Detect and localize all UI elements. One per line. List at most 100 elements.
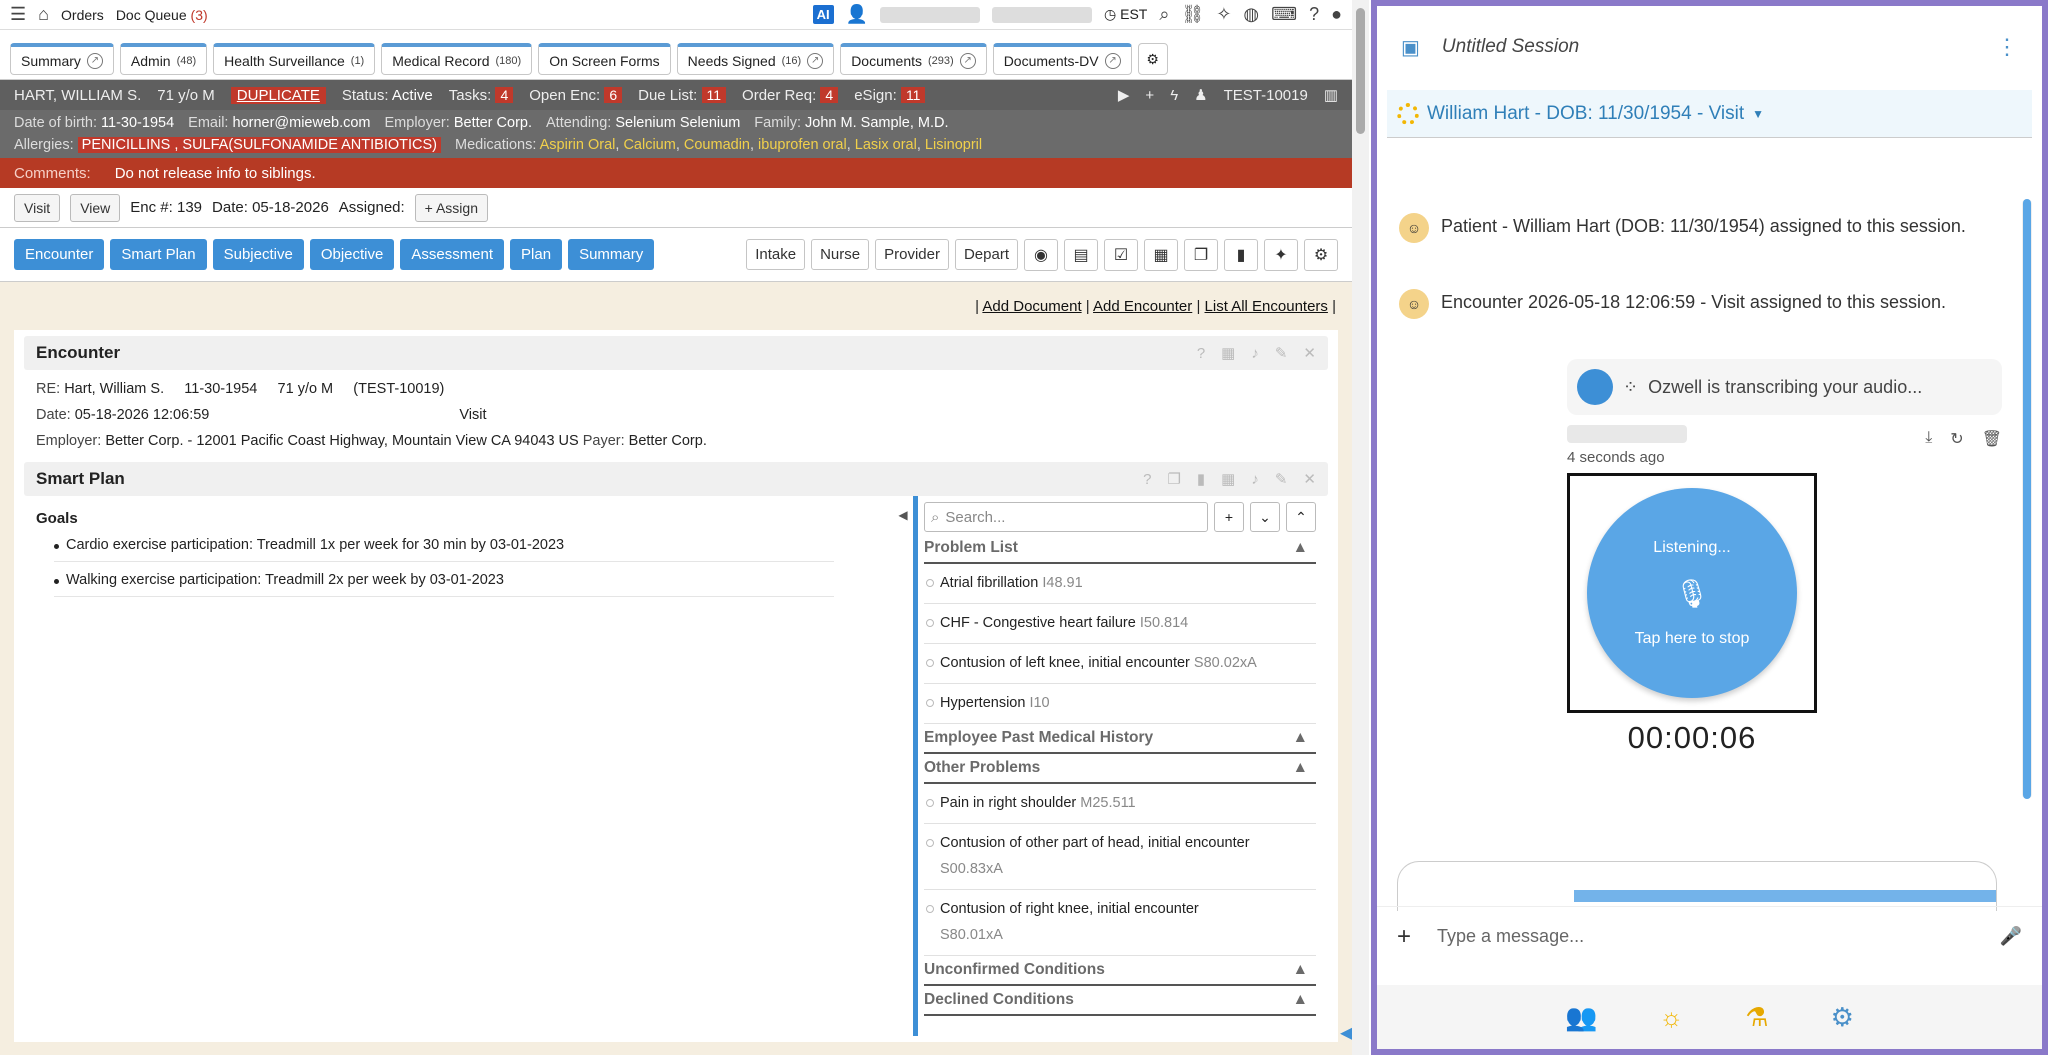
- sparkle-icon[interactable]: ✦: [1264, 238, 1298, 271]
- help-icon[interactable]: ?: [1143, 471, 1151, 488]
- tab-documents[interactable]: Documents (293) ↗: [840, 43, 987, 75]
- user-icon[interactable]: 👤: [846, 4, 868, 25]
- bolt-icon[interactable]: ϟ: [1170, 87, 1178, 104]
- gear-icon[interactable]: ⚙: [1831, 1002, 1854, 1033]
- record-stop-button[interactable]: Listening... 🎙 Tap here to stop: [1587, 488, 1797, 698]
- tab-summary[interactable]: Summary ↗: [10, 43, 114, 75]
- other-problems-header[interactable]: Other Problems ▲: [924, 754, 1316, 784]
- problem-item[interactable]: CHF - Congestive heart failure I50.814: [924, 604, 1316, 644]
- more-menu-icon[interactable]: ⋮: [1996, 34, 2018, 60]
- patient-name[interactable]: HART, WILLIAM S.: [14, 87, 141, 104]
- problem-search-input[interactable]: ⌕ Search...: [924, 502, 1208, 532]
- link-icon[interactable]: ⛓: [1181, 4, 1204, 25]
- provider-button[interactable]: Provider: [875, 239, 949, 270]
- help-icon[interactable]: ?: [1309, 4, 1319, 25]
- edit-icon[interactable]: ✎: [1275, 470, 1288, 488]
- menu-icon[interactable]: ☰: [10, 4, 26, 25]
- problem-item[interactable]: Atrial fibrillation I48.91: [924, 564, 1316, 604]
- copy-icon[interactable]: ❐: [1167, 470, 1180, 488]
- mic-off-icon[interactable]: 🎤: [2000, 926, 2022, 947]
- tab-settings[interactable]: ⚙: [1137, 43, 1168, 75]
- nav-plan[interactable]: Plan: [510, 239, 563, 270]
- orders-link[interactable]: Orders: [61, 7, 104, 23]
- problem-item[interactable]: Pain in right shoulder M25.511: [924, 784, 1316, 824]
- nav-objective[interactable]: Objective: [309, 239, 395, 270]
- book-icon[interactable]: ▦: [1221, 470, 1235, 488]
- tab-admin[interactable]: Admin (48): [119, 43, 208, 75]
- add-user-icon[interactable]: +: [1145, 87, 1154, 104]
- tab-health-surveillance[interactable]: Health Surveillance (1): [213, 43, 376, 75]
- copy-icon[interactable]: ❐: [1184, 238, 1218, 271]
- doc-queue-link[interactable]: Doc Queue (3): [116, 7, 208, 23]
- search-icon[interactable]: ⌕: [1159, 4, 1169, 25]
- trash-icon[interactable]: 🗑: [1982, 429, 2002, 449]
- bookmark-icon[interactable]: ▮: [1197, 470, 1205, 488]
- keyboard-icon[interactable]: ⌨: [1271, 4, 1297, 25]
- declined-header[interactable]: Declined Conditions ▲: [924, 986, 1316, 1016]
- download-icon[interactable]: ⤓: [1925, 429, 1932, 449]
- flask-icon[interactable]: ⚗: [1745, 1002, 1768, 1033]
- nurse-button[interactable]: Nurse: [811, 239, 870, 270]
- add-problem-button[interactable]: +: [1214, 502, 1244, 532]
- goal-item[interactable]: Cardio exercise participation: Treadmill…: [54, 533, 834, 562]
- problem-item[interactable]: Hypertension I10: [924, 684, 1316, 724]
- past-history-header[interactable]: Employee Past Medical History ▲: [924, 724, 1316, 754]
- clock-icon[interactable]: ◷ EST: [1104, 6, 1147, 23]
- sun-icon[interactable]: ☼: [1659, 1002, 1683, 1033]
- visit-button[interactable]: Visit: [14, 193, 61, 222]
- tab-on-screen-forms[interactable]: On Screen Forms: [538, 43, 671, 75]
- assign-button[interactable]: + Assign: [414, 193, 488, 222]
- expand-all-icon[interactable]: ⌄: [1250, 502, 1280, 532]
- collapse-all-icon[interactable]: ⌃: [1286, 502, 1316, 532]
- message-input[interactable]: Type a message...: [1437, 926, 1974, 947]
- problem-list-header[interactable]: Problem List ▲: [924, 534, 1316, 564]
- patient-selector[interactable]: William Hart - DOB: 11/30/1954 - Visit ▼: [1387, 90, 2032, 138]
- help-icon[interactable]: ?: [1197, 345, 1205, 362]
- intake-button[interactable]: Intake: [746, 239, 806, 270]
- tab-medical-record[interactable]: Medical Record (180): [381, 43, 533, 75]
- refresh-icon[interactable]: ↻: [1950, 429, 1963, 449]
- problem-item[interactable]: Contusion of other part of head, initial…: [924, 824, 1316, 890]
- wand-icon[interactable]: ✧: [1216, 4, 1231, 25]
- duplicate-badge[interactable]: DUPLICATE: [230, 86, 326, 104]
- add-encounter-link[interactable]: Add Encounter: [1093, 298, 1192, 315]
- mic-icon[interactable]: ♪: [1251, 345, 1259, 362]
- tab-needs-signed[interactable]: Needs Signed (16) ↗: [676, 43, 835, 75]
- main-scrollbar[interactable]: [1352, 0, 1369, 1055]
- nav-smart-plan[interactable]: Smart Plan: [110, 239, 207, 270]
- problem-item[interactable]: Contusion of left knee, initial encounte…: [924, 644, 1316, 684]
- book-icon[interactable]: ▦: [1221, 344, 1235, 362]
- add-document-link[interactable]: Add Document: [982, 298, 1081, 315]
- home-icon[interactable]: ⌂: [38, 4, 49, 25]
- book-icon[interactable]: ▦: [1144, 238, 1178, 271]
- mic-icon[interactable]: ♪: [1251, 471, 1259, 488]
- globe-icon[interactable]: ◍: [1243, 4, 1259, 25]
- bookmark-icon[interactable]: ▮: [1224, 238, 1258, 271]
- depart-button[interactable]: Depart: [954, 239, 1018, 270]
- nav-subjective[interactable]: Subjective: [212, 239, 304, 270]
- chart-icon[interactable]: ▥: [1324, 86, 1338, 104]
- unconfirmed-header[interactable]: Unconfirmed Conditions ▲: [924, 956, 1316, 986]
- add-attachment-icon[interactable]: +: [1397, 923, 1411, 951]
- session-title[interactable]: Untitled Session: [1442, 36, 1974, 58]
- nav-summary[interactable]: Summary: [568, 239, 655, 270]
- goal-item[interactable]: Walking exercise participation: Treadmil…: [54, 568, 834, 597]
- gears-icon[interactable]: ⚙: [1304, 238, 1338, 271]
- nav-encounter[interactable]: Encounter: [14, 239, 105, 270]
- arrow-left-icon[interactable]: ◀: [1340, 1020, 1352, 1045]
- tab-documents-dv[interactable]: Documents-DV ↗: [992, 43, 1132, 75]
- edit-icon[interactable]: ✎: [1275, 344, 1288, 362]
- video-icon[interactable]: ▶: [1118, 86, 1130, 104]
- view-button[interactable]: View: [70, 193, 121, 222]
- nav-assessment[interactable]: Assessment: [400, 239, 505, 270]
- list-all-encounters-link[interactable]: List All Encounters: [1205, 298, 1328, 315]
- archive-icon[interactable]: ▤: [1064, 238, 1098, 271]
- close-icon[interactable]: ✕: [1303, 344, 1316, 362]
- close-icon[interactable]: ✕: [1303, 470, 1316, 488]
- sidebar-toggle-icon[interactable]: ▣: [1401, 35, 1420, 60]
- users-icon[interactable]: 👥: [1565, 1002, 1597, 1033]
- problem-item[interactable]: Contusion of right knee, initial encount…: [924, 890, 1316, 956]
- ai-button[interactable]: AI: [812, 5, 834, 24]
- calendar-check-icon[interactable]: ☑: [1104, 238, 1138, 271]
- eye-icon[interactable]: ◉: [1024, 238, 1058, 271]
